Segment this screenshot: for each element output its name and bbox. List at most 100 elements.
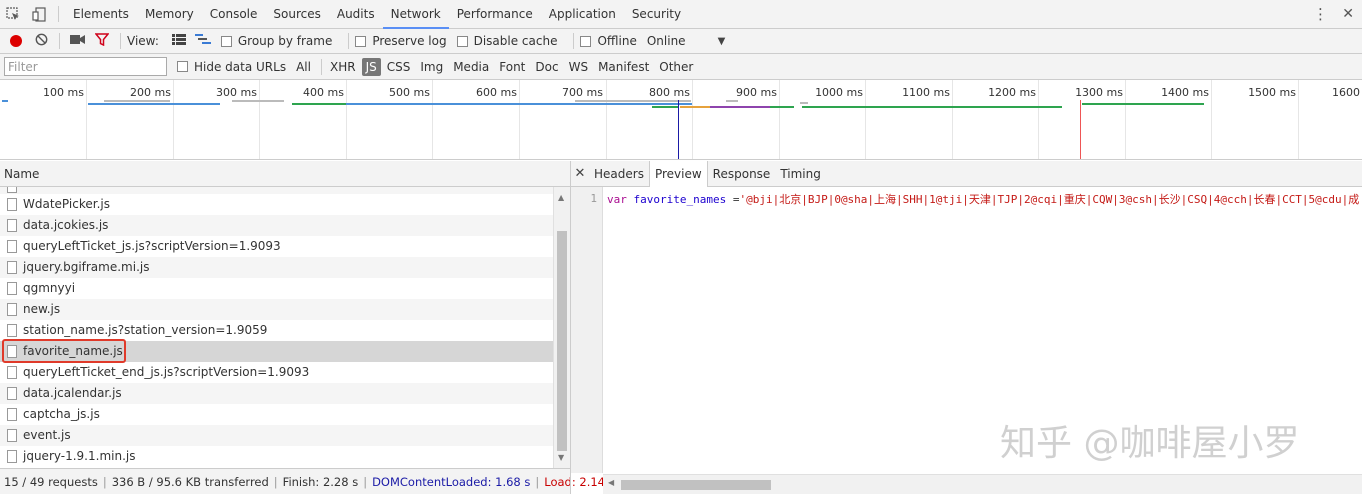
tick-line	[432, 80, 433, 159]
file-icon	[7, 366, 17, 379]
filter-type-other[interactable]: Other	[655, 58, 697, 76]
throttling-select[interactable]: Online ▼	[647, 34, 725, 48]
tab-memory[interactable]: Memory	[137, 0, 202, 29]
checkbox-box[interactable]	[177, 61, 188, 72]
code-string: '@bji|北京|BJP|0@sha|上海|SHH|1@tji|天津|TJP|2…	[739, 193, 1360, 206]
timeline-overview[interactable]: 100 ms 200 ms 300 ms 400 ms 500 ms 600 m…	[0, 80, 1362, 160]
request-row[interactable]: jquery-1.9.1.min.js	[0, 446, 553, 467]
overview-request-bar	[770, 106, 794, 108]
close-detail-icon[interactable]: ✕	[571, 161, 589, 186]
request-name: station_name.js?station_version=1.9059	[23, 323, 268, 337]
scrollbar-thumb[interactable]	[621, 480, 771, 490]
filter-type-img[interactable]: Img	[416, 58, 447, 76]
request-row[interactable]: new.js	[0, 299, 553, 320]
tab-sources[interactable]: Sources	[265, 0, 328, 29]
tick-line	[259, 80, 260, 159]
checkbox-box[interactable]	[456, 35, 468, 47]
scroll-up-arrow-icon[interactable]: ▲	[558, 193, 564, 202]
tab-application[interactable]: Application	[541, 0, 624, 29]
tab-headers[interactable]: Headers	[589, 161, 649, 186]
scrollbar-thumb[interactable]	[557, 231, 567, 451]
dom-content-loaded-line	[678, 100, 679, 159]
status-separator: |	[273, 474, 278, 489]
request-row[interactable]: jquery.bgiframe.mi.js	[0, 257, 553, 278]
checkbox-box[interactable]	[580, 35, 592, 47]
request-row[interactable]: event.js	[0, 425, 553, 446]
record-icon[interactable]	[10, 35, 22, 47]
filter-input[interactable]	[4, 57, 167, 76]
overview-request-bar	[800, 102, 808, 104]
tab-timing[interactable]: Timing	[775, 161, 826, 186]
filter-type-media[interactable]: Media	[449, 58, 493, 76]
waterfall-overview-icon[interactable]	[191, 34, 215, 48]
request-list-scrollbar[interactable]: ▲ ▼	[553, 187, 570, 468]
request-row[interactable]: WdatePicker.js	[0, 194, 553, 215]
preview-horizontal-scrollbar[interactable]: ◀	[603, 474, 1362, 494]
filter-type-js[interactable]: JS	[361, 57, 381, 76]
request-row[interactable]: qgmnyyi	[0, 278, 553, 299]
disable-cache-checkbox[interactable]: Disable cache	[456, 34, 557, 48]
transferred-size: 336 B / 95.6 KB transferred	[111, 474, 269, 489]
file-icon	[7, 219, 17, 232]
filter-type-xhr[interactable]: XHR	[326, 58, 360, 76]
large-request-rows-icon[interactable]	[167, 34, 191, 48]
more-options-icon[interactable]: ⋮	[1313, 0, 1328, 29]
tab-security[interactable]: Security	[624, 0, 689, 29]
tab-elements[interactable]: Elements	[65, 0, 137, 29]
request-name: queryLeftTicket_js.js?scriptVersion=1.90…	[23, 239, 281, 253]
request-name: data.jcokies.js	[23, 218, 109, 232]
device-toolbar-icon[interactable]	[26, 0, 52, 29]
code-operator: =	[726, 193, 740, 206]
checkbox-box[interactable]	[220, 35, 232, 47]
capture-screenshots-icon[interactable]	[66, 34, 90, 48]
code-keyword: var	[607, 193, 627, 206]
filter-icon[interactable]	[90, 33, 114, 49]
tick-line	[1211, 80, 1212, 159]
hide-data-urls-checkbox[interactable]: Hide data URLs	[177, 60, 286, 74]
close-devtools-icon[interactable]: ✕	[1342, 0, 1354, 29]
filter-type-ws[interactable]: WS	[565, 58, 592, 76]
tab-performance[interactable]: Performance	[449, 0, 541, 29]
devtools-tabbar: Elements Memory Console Sources Audits N…	[0, 0, 1362, 29]
dom-content-loaded-time: DOMContentLoaded: 1.68 s	[372, 474, 531, 489]
tick-line	[1125, 80, 1126, 159]
code-line: var favorite_names ='@bji|北京|BJP|0@sha|上…	[607, 191, 1362, 207]
request-row[interactable]: queryLeftTicket_end_js.js?scriptVersion=…	[0, 362, 553, 383]
filter-type-manifest[interactable]: Manifest	[594, 58, 653, 76]
tick-label: 300 ms	[216, 86, 257, 99]
tab-network[interactable]: Network	[382, 0, 449, 29]
preserve-log-checkbox[interactable]: Preserve log	[355, 34, 447, 48]
overview-request-bar	[710, 106, 770, 108]
status-separator: |	[363, 474, 368, 489]
status-separator: |	[102, 474, 107, 489]
scroll-left-arrow-icon[interactable]: ◀	[608, 478, 614, 487]
overview-request-bar	[346, 103, 692, 105]
name-column-header[interactable]: Name	[0, 161, 570, 187]
tab-response[interactable]: Response	[708, 161, 776, 186]
tab-console[interactable]: Console	[202, 0, 266, 29]
filter-type-all[interactable]: All	[292, 58, 315, 76]
overview-request-bar	[575, 100, 691, 102]
request-row[interactable]: station_name.js?station_version=1.9059	[0, 320, 553, 341]
checkbox-box[interactable]	[355, 35, 367, 47]
filter-bar: Hide data URLs All XHR JS CSS Img Media …	[0, 54, 1362, 80]
request-row[interactable]: captcha_js.js	[0, 404, 553, 425]
group-by-frame-checkbox[interactable]: Group by frame	[220, 34, 332, 48]
request-row[interactable]: data.jcalendar.js	[0, 383, 553, 404]
filter-type-font[interactable]: Font	[495, 58, 529, 76]
file-icon	[7, 303, 17, 316]
request-row[interactable]: queryLeftTicket_js.js?scriptVersion=1.90…	[0, 236, 553, 257]
filter-type-css[interactable]: CSS	[383, 58, 415, 76]
file-icon	[7, 408, 17, 421]
inspect-element-icon[interactable]	[0, 0, 26, 29]
request-name: WdatePicker.js	[23, 197, 110, 211]
clear-icon[interactable]	[29, 33, 53, 49]
tab-audits[interactable]: Audits	[329, 0, 383, 29]
overview-request-bar	[652, 106, 678, 108]
scroll-down-arrow-icon[interactable]: ▼	[558, 453, 564, 462]
request-row[interactable]: data.jcokies.js	[0, 215, 553, 236]
network-toolbar: View: Group by frame Preserve log Disabl…	[0, 29, 1362, 54]
filter-type-doc[interactable]: Doc	[531, 58, 562, 76]
offline-checkbox[interactable]: Offline	[580, 34, 637, 48]
tab-preview[interactable]: Preview	[648, 161, 708, 187]
